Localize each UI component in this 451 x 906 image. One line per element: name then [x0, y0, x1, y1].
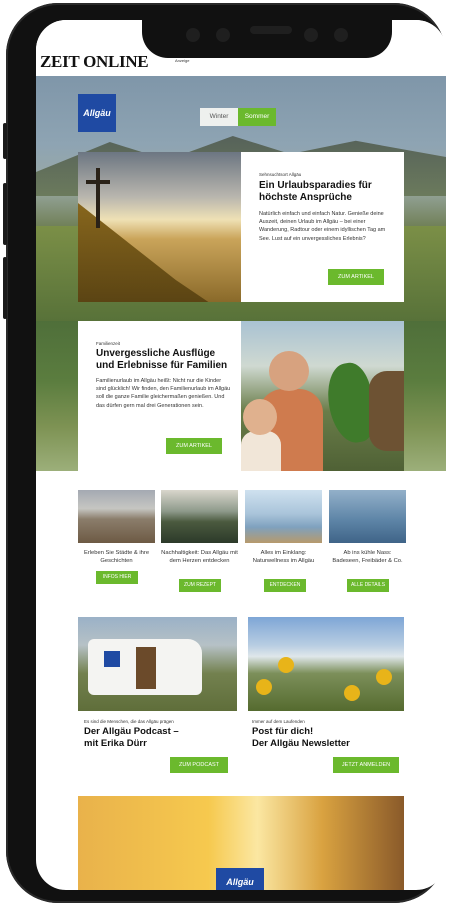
flower-meadow-photo[interactable] [248, 617, 404, 711]
campervan-photo[interactable] [78, 617, 237, 711]
podcast-title-line2: mit Erika Dürr [84, 738, 147, 749]
earpiece-speaker [250, 26, 292, 34]
flower [278, 657, 294, 673]
tile-image-jetty[interactable] [245, 490, 322, 543]
podcast-title: Der Allgäu Podcast – mit Erika Dürr [84, 726, 244, 750]
brand-logo[interactable]: Allgäu [78, 94, 116, 132]
tile-image-swimmer[interactable] [329, 490, 406, 543]
front-camera-icon [186, 28, 200, 42]
campervan-door [136, 647, 156, 689]
feature1-title: Ein Urlaubsparadies für höchste Ansprüch… [259, 180, 372, 203]
volume-up-button [3, 183, 7, 245]
girl-face [243, 399, 277, 435]
flower [376, 669, 392, 685]
tile-4-button[interactable]: ALLE DETAILS [347, 579, 389, 592]
cross-bar [86, 180, 110, 184]
season-toggle: Winter Sommer [200, 108, 276, 126]
face-id-sensor-icon [334, 28, 348, 42]
hillside [78, 203, 209, 302]
tile-1-text: Erleben Sie Städte & ihre Geschichten [83, 550, 150, 564]
cross-post [96, 168, 100, 228]
proximity-sensor-icon [304, 28, 318, 42]
season-option-sommer[interactable]: Sommer [238, 108, 276, 126]
site-logo[interactable]: ZEIT ONLINE [40, 52, 149, 72]
feature2-kicker: Familienzeit [96, 341, 121, 346]
feature2-text: Familienurlaub im Allgäu heißt: Nicht nu… [96, 378, 231, 409]
tile-3-text: Alles im Einklang: Naturwellness im Allg… [252, 550, 315, 564]
animal-head [369, 371, 404, 451]
ad-label: Anzeige [175, 58, 190, 63]
girl-body [241, 431, 281, 471]
tile-image-lake-forest[interactable] [161, 490, 238, 543]
feature1-article-button[interactable]: ZUM ARTIKEL [328, 269, 384, 285]
tile-1-button[interactable]: INFOS HIER [96, 571, 138, 584]
feature1-kicker: Sehnsuchtsort Allgäu [259, 172, 302, 177]
boy-face [269, 351, 309, 391]
newsletter-title-line1: Post für dich! [252, 726, 314, 737]
flower [256, 679, 272, 695]
podcast-title-line1: Der Allgäu Podcast – [84, 726, 179, 737]
podcast-button[interactable]: ZUM PODCAST [170, 757, 228, 773]
tile-2-button[interactable]: ZUM REZEPT [179, 579, 221, 592]
family-kids-photo [241, 321, 404, 471]
summit-cross-photo [78, 152, 241, 302]
season-option-winter[interactable]: Winter [200, 108, 238, 126]
phone-screen: ZEIT ONLINE Anzeige Allgäu Winter Sommer… [36, 20, 446, 890]
tile-2-text: Nachhaltigkeit: Das Allgäu mit dem Herze… [161, 550, 238, 564]
tile-4-text: Ab ins kühle Nass: Badeseen, Freibäder &… [332, 550, 403, 564]
newsletter-title-line2: Der Allgäu Newsletter [252, 738, 350, 749]
volume-down-button [3, 257, 7, 319]
feature1-text: Natürlich einfach und einfach Natur. Gen… [259, 211, 386, 242]
feature2-article-button[interactable]: ZUM ARTIKEL [166, 438, 222, 454]
mute-switch [3, 123, 7, 159]
footer-brand-logo[interactable]: Allgäu [216, 868, 264, 890]
flower [344, 685, 360, 701]
sensor-icon [216, 28, 230, 42]
feature2-title: Unvergessliche Ausflüge und Erlebnisse f… [96, 348, 228, 371]
tile-image-town[interactable] [78, 490, 155, 543]
phone-notch [142, 20, 392, 58]
newsletter-kicker: Immer auf dem Laufenden [252, 719, 305, 724]
podcast-kicker: Es sind die Menschen, die das Allgäu prä… [84, 719, 174, 724]
tile-3-button[interactable]: ENTDECKEN [264, 579, 306, 592]
newsletter-signup-button[interactable]: JETZT ANMELDEN [333, 757, 399, 773]
campervan-logo [104, 651, 120, 667]
newsletter-title: Post für dich! Der Allgäu Newsletter [252, 726, 412, 750]
